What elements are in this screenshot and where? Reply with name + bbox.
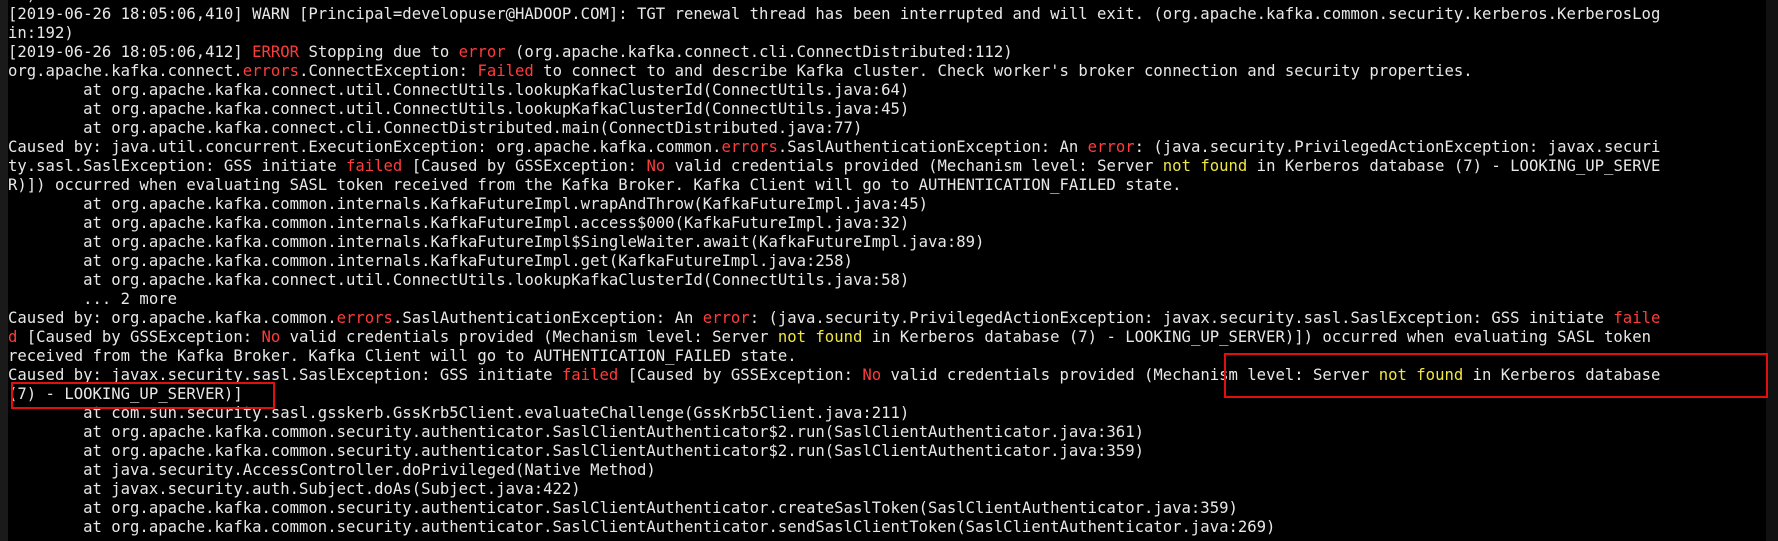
log-text: in Kerberos database [1463, 366, 1661, 384]
log-text: ... 2 more [8, 290, 177, 308]
log-text: at javax.security.auth.Subject.doAs(Subj… [8, 480, 581, 498]
error-keyword: error [702, 309, 750, 327]
error-keyword: No [646, 157, 666, 175]
terminal-line: at org.apache.kafka.common.security.auth… [8, 499, 1766, 518]
log-text: Caused by: java.util.concurrent.Executio… [8, 138, 722, 156]
log-text: at org.apache.kafka.common.internals.Kaf… [8, 195, 929, 213]
log-text: org.apache.kafka.connect. [8, 62, 243, 80]
log-text: at org.apache.kafka.common.security.auth… [8, 442, 1144, 460]
terminal-line: org.apache.kafka.connect.errors.ConnectE… [8, 62, 1766, 81]
terminal-scrollbar[interactable] [1766, 0, 1778, 541]
log-text: at org.apache.kafka.common.internals.Kaf… [8, 252, 853, 270]
terminal-line: ty.sasl.SaslException: GSS initiate fail… [8, 157, 1766, 176]
highlight-keyword: not found [1162, 157, 1248, 175]
log-text: Caused by: javax.security.sasl.SaslExcep… [8, 366, 562, 384]
log-text: : (java.security.PrivilegedActionExcepti… [1134, 138, 1661, 156]
terminal-line: at org.apache.kafka.connect.cli.ConnectD… [8, 119, 1766, 138]
log-text: at org.apache.kafka.common.security.auth… [8, 499, 1238, 517]
highlight-keyword: not found [1378, 366, 1464, 384]
terminal-output[interactable]: 67) [2019-06-26 18:05:06,410] WARN [Prin… [8, 0, 1766, 541]
terminal-line: at org.apache.kafka.common.security.auth… [8, 423, 1766, 442]
log-text: in:192) [8, 24, 74, 42]
log-text: (7) - LOOKING_UP_SERVER)] [8, 385, 243, 403]
terminal-line: received from the Kafka Broker. Kafka Cl… [8, 347, 1766, 366]
log-text: at org.apache.kafka.connect.util.Connect… [8, 81, 910, 99]
error-keyword: errors [721, 138, 778, 156]
error-keyword: d [8, 328, 18, 346]
log-text: valid credentials provided (Mechanism le… [665, 157, 1163, 175]
log-text: in Kerberos database (7) - LOOKING_UP_SE… [1247, 157, 1661, 175]
log-text: at org.apache.kafka.connect.cli.ConnectD… [8, 119, 863, 137]
terminal-line: Caused by: org.apache.kafka.common.error… [8, 309, 1766, 328]
log-text: [Caused by GSSException: [618, 366, 863, 384]
log-text: ty.sasl.SaslException: GSS initiate [8, 157, 346, 175]
log-text: at org.apache.kafka.common.security.auth… [8, 518, 1276, 536]
error-keyword: No [862, 366, 882, 384]
log-text: 67) [8, 0, 36, 4]
terminal-line: Caused by: java.util.concurrent.Executio… [8, 138, 1766, 157]
terminal-line: at org.apache.kafka.common.security.auth… [8, 518, 1766, 537]
terminal-line: [2019-06-26 18:05:06,410] WARN [Principa… [8, 5, 1766, 24]
log-text: at org.apache.kafka.common.internals.Kaf… [8, 214, 910, 232]
log-text: valid credentials provided (Mechanism le… [280, 328, 778, 346]
terminal-line: in:192) [8, 24, 1766, 43]
terminal-line: at org.apache.kafka.connect.util.Connect… [8, 81, 1766, 100]
terminal-line: at org.apache.kafka.connect.util.Connect… [8, 271, 1766, 290]
terminal-line: at java.security.AccessController.doPriv… [8, 461, 1766, 480]
log-text: Caused by: org.apache.kafka.common. [8, 309, 337, 327]
terminal-line: at org.apache.kafka.common.security.auth… [8, 442, 1766, 461]
log-text: R)]) occurred when evaluating SASL token… [8, 176, 1182, 194]
log-text: received from the Kafka Broker. Kafka Cl… [8, 347, 797, 365]
log-text: [2019-06-26 18:05:06,410] WARN [Principa… [8, 5, 1661, 23]
terminal-line: at org.apache.kafka.common.internals.Kaf… [8, 252, 1766, 271]
log-text: at org.apache.kafka.connect.util.Connect… [8, 100, 910, 118]
log-text: at com.sun.security.sasl.gsskerb.GssKrb5… [8, 404, 910, 422]
log-text: Mechanism level: Server [1153, 366, 1379, 384]
log-text: [Caused by GSSException: [17, 328, 262, 346]
terminal-line: ... 2 more [8, 290, 1766, 309]
terminal-line: at org.apache.kafka.connect.util.Connect… [8, 100, 1766, 119]
log-text: Stopping due to [299, 43, 459, 61]
log-text: at org.apache.kafka.connect.util.Connect… [8, 271, 910, 289]
terminal-line: at javax.security.auth.Subject.doAs(Subj… [8, 480, 1766, 499]
log-text: (org.apache.kafka.connect.cli.ConnectDis… [505, 43, 1013, 61]
log-text: .ConnectException: [299, 62, 478, 80]
terminal-line: (7) - LOOKING_UP_SERVER)] [8, 385, 1766, 404]
error-keyword: faile [1613, 309, 1661, 327]
log-text: .SaslAuthenticationException: An [392, 309, 703, 327]
error-keyword: failed [345, 157, 403, 175]
terminal-line: d [Caused by GSSException: No valid cred… [8, 328, 1766, 347]
error-keyword: error [458, 43, 506, 61]
log-text: valid credentials provided ( [881, 366, 1154, 384]
terminal-line: at org.apache.kafka.common.internals.Kaf… [8, 195, 1766, 214]
highlight-keyword: not found [777, 328, 863, 346]
error-keyword: failed [561, 366, 619, 384]
terminal-lines: [2019-06-26 18:05:06,410] WARN [Principa… [8, 5, 1766, 537]
terminal-line: at org.apache.kafka.common.internals.Kaf… [8, 214, 1766, 233]
log-text: at java.security.AccessController.doPriv… [8, 461, 656, 479]
error-keyword: No [261, 328, 281, 346]
error-keyword: Failed [477, 62, 534, 80]
terminal-line: Caused by: javax.security.sasl.SaslExcep… [8, 366, 1766, 385]
log-text: in Kerberos database (7) - LOOKING_UP_SE… [862, 328, 1651, 346]
log-text: [Caused by GSSException: [402, 157, 647, 175]
error-keyword: errors [242, 62, 300, 80]
terminal-line: R)]) occurred when evaluating SASL token… [8, 176, 1766, 195]
log-text: at org.apache.kafka.common.security.auth… [8, 423, 1144, 441]
log-text: .SaslAuthenticationException: An [777, 138, 1088, 156]
log-text: at org.apache.kafka.common.internals.Kaf… [8, 233, 985, 251]
error-keyword: error [1087, 138, 1135, 156]
error-keyword: errors [336, 309, 393, 327]
terminal-line: at org.apache.kafka.common.internals.Kaf… [8, 233, 1766, 252]
log-text: [2019-06-26 18:05:06,412] [8, 43, 253, 61]
terminal-line: [2019-06-26 18:05:06,412] ERROR Stopping… [8, 43, 1766, 62]
log-text: to connect to and describe Kafka cluster… [533, 62, 1473, 80]
log-text: : (java.security.PrivilegedActionExcepti… [749, 309, 1614, 327]
terminal-line: at com.sun.security.sasl.gsskerb.GssKrb5… [8, 404, 1766, 423]
error-keyword: ERROR [252, 43, 300, 61]
